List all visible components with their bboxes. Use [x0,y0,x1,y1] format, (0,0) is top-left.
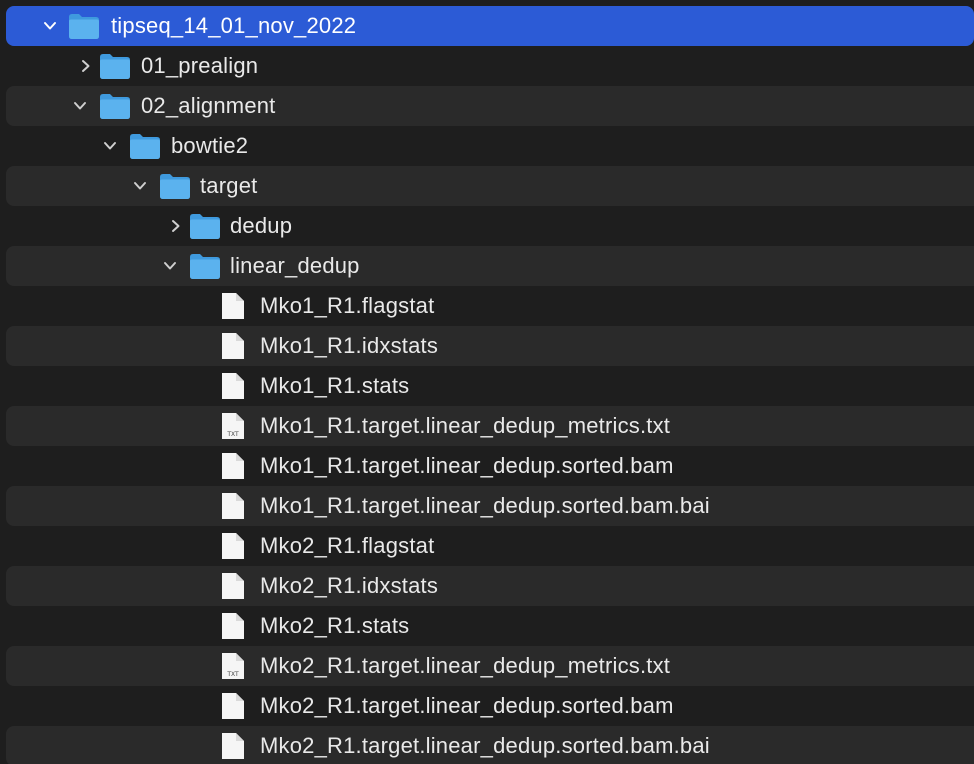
tree-row-file[interactable]: Mko2_R1.idxstats [6,566,974,606]
tree-row-label: Mko1_R1.flagstat [260,293,435,318]
tree-row-file[interactable]: Mko2_R1.target.linear_dedup.sorted.bam [6,686,974,726]
tree-row-label: Mko1_R1.stats [260,373,410,398]
folder-icon [68,12,100,40]
chevron-right-icon[interactable] [76,56,96,76]
tree-row-label: Mko2_R1.idxstats [260,573,439,598]
tree-row-label: Mko1_R1.target.linear_dedup.sorted.bam [260,453,674,478]
folder-icon [189,252,221,280]
document-icon [220,731,246,761]
tree-row-file[interactable]: Mko1_R1.stats [6,366,974,406]
txt-badge: TXT [226,671,239,678]
tree-row-file[interactable]: Mko1_R1.flagstat [6,286,974,326]
text-document-icon: TXT [220,411,246,441]
folder-icon [99,52,131,80]
tree-row-target[interactable]: target [6,166,974,206]
tree-row-file[interactable]: TXT Mko1_R1.target.linear_dedup_metrics.… [6,406,974,446]
chevron-right-icon[interactable] [166,216,186,236]
document-icon [220,571,246,601]
tree-row-file[interactable]: TXT Mko2_R1.target.linear_dedup_metrics.… [6,646,974,686]
tree-row-label: target [200,173,258,198]
tree-row-label: bowtie2 [171,133,249,158]
tree-row-label: Mko2_R1.flagstat [260,533,435,558]
txt-badge: TXT [226,431,239,438]
chevron-down-icon[interactable] [70,96,90,116]
document-icon [220,531,246,561]
tree-row-bowtie2[interactable]: bowtie2 [6,126,974,166]
tree-row-dedup[interactable]: dedup [6,206,974,246]
folder-icon [129,132,161,160]
tree-row-file[interactable]: Mko2_R1.stats [6,606,974,646]
tree-row-label: Mko2_R1.target.linear_dedup_metrics.txt [260,653,671,678]
tree-row-linear-dedup[interactable]: linear_dedup [6,246,974,286]
tree-row-label: Mko1_R1.idxstats [260,333,439,358]
document-icon [220,611,246,641]
folder-icon [159,172,191,200]
tree-row-file[interactable]: Mko1_R1.idxstats [6,326,974,366]
folder-icon [99,92,131,120]
chevron-down-icon[interactable] [130,176,150,196]
chevron-down-icon[interactable] [100,136,120,156]
tree-row-tipseq[interactable]: tipseq_14_01_nov_2022 [6,6,974,46]
document-icon [220,331,246,361]
document-icon [220,691,246,721]
tree-row-alignment[interactable]: 02_alignment [6,86,974,126]
file-tree: tipseq_14_01_nov_2022 01_prealign 02_ali… [0,0,974,764]
chevron-down-icon[interactable] [160,256,180,276]
tree-row-prealign[interactable]: 01_prealign [6,46,974,86]
document-icon [220,491,246,521]
tree-row-label: Mko1_R1.target.linear_dedup_metrics.txt [260,413,671,438]
tree-row-label: Mko1_R1.target.linear_dedup.sorted.bam.b… [260,493,710,518]
tree-row-label: tipseq_14_01_nov_2022 [111,13,357,38]
folder-icon [189,212,221,240]
tree-row-file[interactable]: Mko1_R1.target.linear_dedup.sorted.bam.b… [6,486,974,526]
document-icon [220,451,246,481]
tree-row-label: dedup [230,213,293,238]
tree-row-label: 02_alignment [141,93,276,118]
tree-row-label: 01_prealign [141,53,259,78]
tree-row-label: linear_dedup [230,253,360,278]
tree-row-label: Mko2_R1.target.linear_dedup.sorted.bam.b… [260,733,710,758]
text-document-icon: TXT [220,651,246,681]
document-icon [220,371,246,401]
tree-row-file[interactable]: Mko2_R1.flagstat [6,526,974,566]
tree-row-file[interactable]: Mko1_R1.target.linear_dedup.sorted.bam [6,446,974,486]
tree-row-file[interactable]: Mko2_R1.target.linear_dedup.sorted.bam.b… [6,726,974,764]
chevron-down-icon[interactable] [40,16,60,36]
tree-row-label: Mko2_R1.stats [260,613,410,638]
document-icon [220,291,246,321]
tree-row-label: Mko2_R1.target.linear_dedup.sorted.bam [260,693,674,718]
